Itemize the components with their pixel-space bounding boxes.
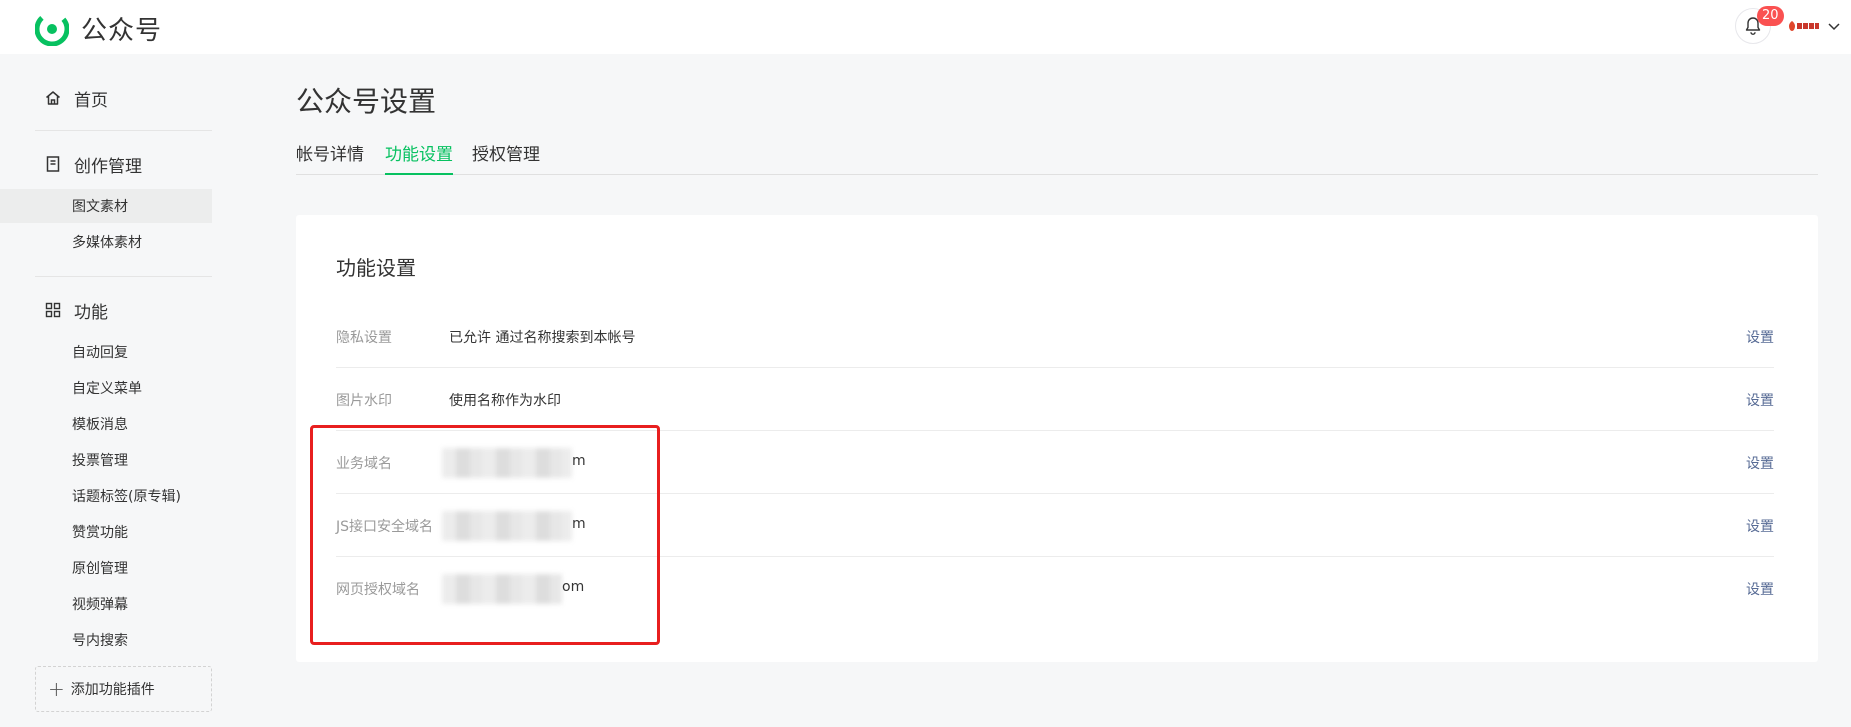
top-bar: 公众号 20 bbox=[0, 0, 1851, 54]
oauth-domain-settings-link[interactable]: 设置 bbox=[1746, 579, 1774, 599]
sidebar-item-original[interactable]: 原创管理 bbox=[0, 551, 212, 585]
grid-icon bbox=[45, 302, 61, 318]
add-plugin-button[interactable]: + 添加功能插件 bbox=[35, 666, 212, 712]
sidebar-item-template-message[interactable]: 模板消息 bbox=[0, 407, 212, 441]
app-title: 公众号 bbox=[81, 16, 163, 46]
tab-feature-settings[interactable]: 功能设置 bbox=[385, 140, 453, 175]
js-domain-settings-link[interactable]: 设置 bbox=[1746, 516, 1774, 536]
add-plugin-label: 添加功能插件 bbox=[70, 682, 155, 698]
setting-value: 已允许 通过名称搜索到本帐号 bbox=[449, 330, 636, 346]
sidebar-item-multimedia[interactable]: 多媒体素材 bbox=[0, 225, 212, 259]
logo[interactable]: 公众号 bbox=[35, 10, 162, 47]
page-title: 公众号设置 bbox=[296, 85, 437, 118]
setting-value: 使用名称作为水印 bbox=[449, 393, 561, 409]
avatar-icon[interactable] bbox=[1786, 18, 1820, 34]
setting-row-privacy: 隐私设置 已允许 通过名称搜索到本帐号 设置 bbox=[336, 305, 1774, 368]
sidebar-item-articles[interactable]: 图文素材 bbox=[0, 189, 212, 223]
privacy-settings-link[interactable]: 设置 bbox=[1746, 327, 1774, 347]
sidebar-divider bbox=[35, 130, 212, 131]
sidebar: 首页 创作管理 图文素材 多媒体素材 功能 自动回复 自定义菜单 模板消息 投票… bbox=[0, 54, 212, 727]
sidebar-item-vote[interactable]: 投票管理 bbox=[0, 443, 212, 477]
plus-icon: + bbox=[48, 677, 65, 701]
tab-account-details[interactable]: 帐号详情 bbox=[296, 140, 364, 175]
notification-badge: 20 bbox=[1757, 6, 1784, 26]
home-icon bbox=[46, 91, 60, 105]
card-title: 功能设置 bbox=[336, 256, 416, 280]
sidebar-group-creation[interactable]: 创作管理 bbox=[0, 144, 212, 184]
sidebar-item-search[interactable]: 号内搜索 bbox=[0, 623, 212, 657]
sidebar-item-label: 首页 bbox=[74, 90, 108, 111]
business-domain-settings-link[interactable]: 设置 bbox=[1746, 453, 1774, 473]
sidebar-group-features[interactable]: 功能 bbox=[0, 290, 212, 330]
logo-icon bbox=[35, 11, 69, 46]
sidebar-item-custom-menu[interactable]: 自定义菜单 bbox=[0, 371, 212, 405]
chevron-down-icon[interactable] bbox=[1827, 19, 1841, 33]
sidebar-item-reward[interactable]: 赞赏功能 bbox=[0, 515, 212, 549]
watermark-settings-link[interactable]: 设置 bbox=[1746, 390, 1774, 410]
sidebar-item-danmaku[interactable]: 视频弹幕 bbox=[0, 587, 212, 621]
tab-bar: 帐号详情 功能设置 授权管理 bbox=[296, 140, 1818, 175]
sidebar-group-label: 功能 bbox=[74, 302, 108, 323]
tab-authorization[interactable]: 授权管理 bbox=[472, 140, 540, 175]
document-icon bbox=[46, 156, 60, 172]
annotation-highlight-box bbox=[310, 425, 660, 645]
setting-row-watermark: 图片水印 使用名称作为水印 设置 bbox=[336, 368, 1774, 431]
setting-label: 隐私设置 bbox=[336, 330, 392, 346]
sidebar-divider bbox=[35, 276, 212, 277]
sidebar-group-label: 创作管理 bbox=[74, 156, 142, 177]
sidebar-item-auto-reply[interactable]: 自动回复 bbox=[0, 335, 212, 369]
setting-label: 图片水印 bbox=[336, 393, 392, 409]
sidebar-item-home[interactable]: 首页 bbox=[0, 78, 212, 118]
sidebar-item-topic-tags[interactable]: 话题标签(原专辑) bbox=[0, 479, 212, 513]
